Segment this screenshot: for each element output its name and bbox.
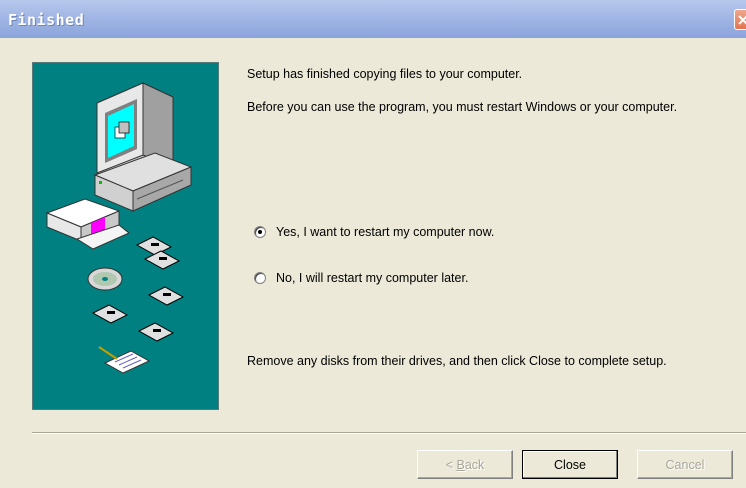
restart-later-label[interactable]: No, I will restart my computer later. [276,271,468,285]
close-button[interactable]: Close [522,450,618,479]
back-button-prefix: < [445,457,457,472]
computer-setup-illustration [45,82,193,374]
finished-message: Setup has finished copying files to your… [247,67,523,81]
restart-instruction: Before you can use the program, you must… [247,100,678,114]
title-bar: Finished [0,0,746,38]
restart-now-label[interactable]: Yes, I want to restart my computer now. [276,225,494,239]
cancel-button[interactable]: Cancel [637,450,733,479]
cd-icon [87,267,123,291]
restart-later-radio[interactable] [254,272,266,284]
restart-now-option[interactable]: Yes, I want to restart my computer now. [254,224,494,240]
button-separator [32,432,746,434]
document-pen-icon [98,346,151,374]
back-button-rest: ack [464,457,485,472]
setup-illustration [32,62,219,410]
window-title: Finished [8,11,85,29]
restart-later-option[interactable]: No, I will restart my computer later. [254,270,468,286]
restart-now-radio[interactable] [254,226,266,238]
close-icon [738,15,746,25]
close-window-button[interactable] [734,9,746,30]
back-button[interactable]: < Back [417,450,513,479]
software-box-icon [45,198,130,250]
back-button-mnemonic: B [456,457,465,472]
remove-disks-note: Remove any disks from their drives, and … [247,354,667,368]
